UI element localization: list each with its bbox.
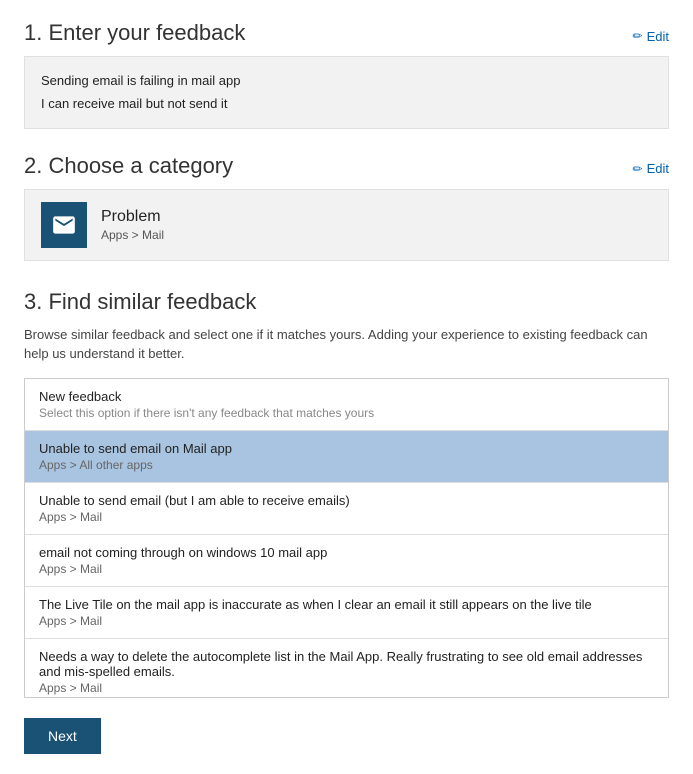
section3-description: Browse similar feedback and select one i…	[24, 325, 669, 364]
item-sub-4: Apps > Mail	[39, 614, 654, 628]
feedback-line-1: Sending email is failing in mail app	[41, 69, 652, 92]
feedback-item-3[interactable]: email not coming through on windows 10 m…	[25, 535, 668, 587]
next-button[interactable]: Next	[24, 718, 101, 754]
section1-edit-label: Edit	[647, 29, 669, 44]
item-sub-3: Apps > Mail	[39, 562, 654, 576]
feedback-item-4[interactable]: The Live Tile on the mail app is inaccur…	[25, 587, 668, 639]
section2-edit-button[interactable]: ✏ Edit	[633, 161, 669, 176]
category-info: Problem Apps > Mail	[101, 208, 164, 242]
section1-edit-button[interactable]: ✏ Edit	[633, 29, 669, 44]
category-type: Problem	[101, 208, 164, 226]
item-sub-2: Apps > Mail	[39, 510, 654, 524]
item-title-4: The Live Tile on the mail app is inaccur…	[39, 597, 654, 612]
section3-title: 3. Find similar feedback	[24, 289, 256, 315]
feedback-line-2: I can receive mail but not send it	[41, 92, 652, 115]
edit-icon: ✏	[633, 29, 643, 43]
section2-title: 2. Choose a category	[24, 153, 233, 179]
feedback-list-scroll[interactable]: New feedback Select this option if there …	[24, 378, 669, 698]
edit-icon-2: ✏	[633, 162, 643, 176]
item-sub-new: Select this option if there isn't any fe…	[39, 406, 654, 420]
category-breadcrumb: Apps > Mail	[101, 228, 164, 242]
item-title-1: Unable to send email on Mail app	[39, 441, 654, 456]
item-title-new: New feedback	[39, 389, 654, 404]
feedback-item-1[interactable]: Unable to send email on Mail app Apps > A…	[25, 431, 668, 483]
section2-header: 2. Choose a category ✏ Edit	[24, 153, 669, 179]
feedback-item-2[interactable]: Unable to send email (but I am able to r…	[25, 483, 668, 535]
category-box: Problem Apps > Mail	[24, 189, 669, 261]
item-sub-5: Apps > Mail	[39, 681, 654, 695]
item-title-3: email not coming through on windows 10 m…	[39, 545, 654, 560]
feedback-list: New feedback Select this option if there …	[25, 379, 668, 698]
section3-header: 3. Find similar feedback	[24, 289, 669, 315]
envelope-icon	[51, 212, 77, 238]
item-title-2: Unable to send email (but I am able to r…	[39, 493, 654, 508]
section1-header: 1. Enter your feedback ✏ Edit	[24, 20, 669, 46]
item-sub-1: Apps > All other apps	[39, 458, 654, 472]
section1-title: 1. Enter your feedback	[24, 20, 245, 46]
feedback-item-5[interactable]: Needs a way to delete the autocomplete l…	[25, 639, 668, 698]
feedback-text-box: Sending email is failing in mail app I c…	[24, 56, 669, 129]
category-icon	[41, 202, 87, 248]
feedback-item-new[interactable]: New feedback Select this option if there …	[25, 379, 668, 431]
item-title-5: Needs a way to delete the autocomplete l…	[39, 649, 654, 679]
section2-edit-label: Edit	[647, 161, 669, 176]
